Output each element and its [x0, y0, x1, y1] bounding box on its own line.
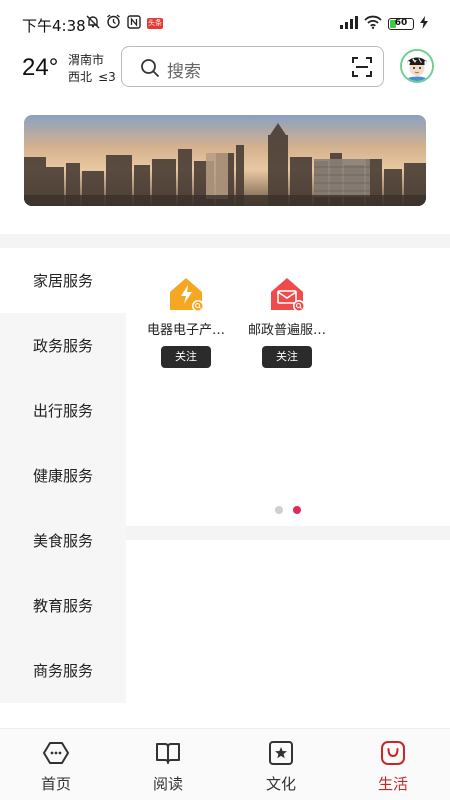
culture-icon: [267, 739, 295, 767]
category-list: 家居服务 政务服务 出行服务 健康服务 美食服务 教育服务 商务服务: [0, 248, 126, 703]
scan-icon[interactable]: [351, 56, 373, 82]
alarm-icon: [106, 14, 121, 33]
bottom-nav: 首页 阅读 文化 生活: [0, 728, 450, 800]
nav-label: 阅读: [152, 775, 183, 793]
home-icon: [42, 739, 70, 767]
service-name: 电器电子产…: [146, 323, 225, 338]
nav-item-read[interactable]: 阅读: [128, 739, 208, 794]
nav-item-culture[interactable]: 文化: [241, 739, 321, 794]
city-skyline-image: [24, 115, 426, 206]
page-indicator: [126, 506, 450, 514]
panel-divider: [126, 526, 450, 540]
category-item-government[interactable]: 政务服务: [0, 313, 126, 378]
page-dot[interactable]: [275, 506, 283, 514]
nav-item-life[interactable]: 生活: [353, 739, 433, 794]
book-icon: [154, 739, 182, 767]
wind-direction: 西北: [68, 70, 93, 84]
mute-icon: [86, 14, 100, 33]
charging-icon: [420, 14, 428, 33]
status-time: 下午4:38: [22, 17, 86, 35]
follow-button[interactable]: 关注: [262, 346, 312, 368]
category-item-travel[interactable]: 出行服务: [0, 378, 126, 443]
service-card[interactable]: 邮政普遍服… 关注: [237, 274, 337, 368]
status-bar: 下午4:38 头条 60: [0, 0, 450, 44]
house-lightning-icon: [166, 274, 206, 314]
category-item-business[interactable]: 商务服务: [0, 638, 126, 703]
nav-item-home[interactable]: 首页: [16, 739, 96, 794]
avatar[interactable]: [400, 49, 434, 83]
city-banner[interactable]: [24, 115, 426, 206]
header: 24° 渭南市 西北 ≤3 搜索: [0, 44, 450, 90]
category-item-home[interactable]: 家居服务: [0, 248, 126, 313]
follow-button[interactable]: 关注: [161, 346, 211, 368]
nav-label: 文化: [265, 775, 296, 793]
service-name: 邮政普遍服…: [247, 323, 326, 338]
search-box[interactable]: 搜索: [121, 46, 384, 87]
life-bag-icon: [379, 739, 407, 767]
service-card[interactable]: 电器电子产… 关注: [136, 274, 236, 368]
nfc-icon: [127, 14, 141, 33]
wifi-icon: [364, 14, 382, 33]
battery-icon: 60: [388, 17, 414, 30]
category-item-food[interactable]: 美食服务: [0, 508, 126, 573]
wind-level: ≤3: [98, 70, 116, 84]
signal-icon: [340, 14, 358, 33]
nav-label: 生活: [377, 775, 408, 793]
city-name: 渭南市: [68, 53, 105, 67]
search-icon: [140, 58, 160, 82]
search-input[interactable]: 搜索: [167, 57, 201, 82]
service-panel: 电器电子产… 关注 邮政普遍服… 关注: [126, 248, 450, 526]
category-item-education[interactable]: 教育服务: [0, 573, 126, 638]
house-mail-icon: [267, 274, 307, 314]
news-badge: 头条: [147, 18, 163, 29]
nav-label: 首页: [40, 775, 71, 793]
category-item-health[interactable]: 健康服务: [0, 443, 126, 508]
page-dot-active[interactable]: [293, 506, 301, 514]
wind-info: 西北 ≤3: [68, 68, 116, 85]
section-divider: [0, 234, 450, 248]
temperature: 24°: [22, 54, 59, 81]
service-panel-lower: [126, 540, 450, 703]
